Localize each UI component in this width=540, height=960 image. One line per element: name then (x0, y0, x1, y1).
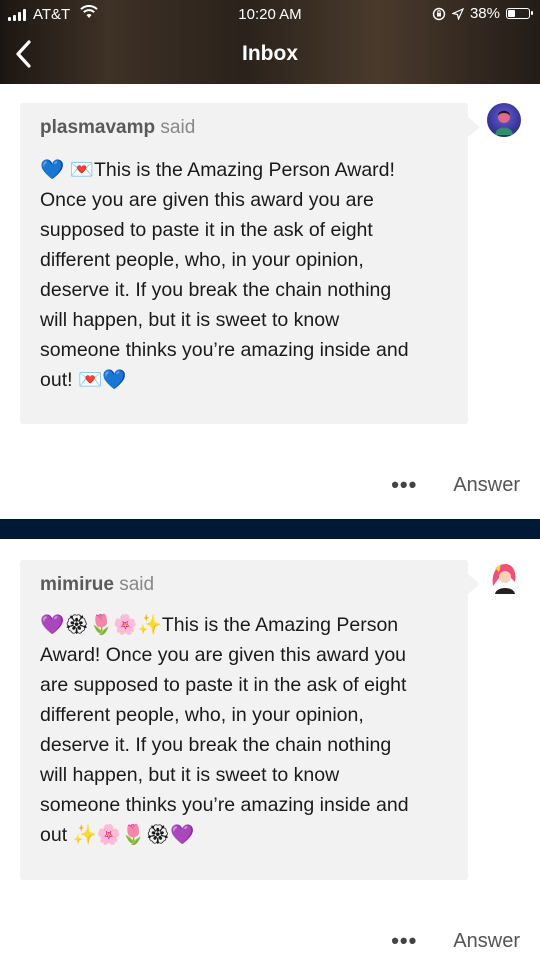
avatar[interactable] (487, 103, 521, 137)
battery-icon (506, 8, 533, 19)
orientation-lock-icon (432, 7, 446, 20)
more-options-icon[interactable]: ••• (391, 928, 417, 954)
avatar[interactable] (487, 560, 521, 594)
ask-card: mimirue said 💜🏵🌷🌸✨This is the Amazing Pe… (20, 560, 480, 880)
ask-card: plasmavamp said 💙 💌This is the Amazing P… (20, 103, 480, 424)
location-icon (451, 7, 464, 20)
navigation-bar: AT&T 10:20 AM 38% Inbox (0, 0, 540, 84)
said-label: said (119, 574, 155, 595)
message-actions: ••• Answer (391, 928, 520, 954)
status-bar: AT&T 10:20 AM 38% (0, 0, 540, 30)
sender-line: plasmavamp said (40, 117, 195, 139)
page-title: Inbox (242, 42, 298, 65)
answer-button[interactable]: Answer (453, 930, 520, 953)
more-options-icon[interactable]: ••• (391, 472, 417, 498)
sender-line: mimirue said (40, 574, 154, 596)
avatar-figure-icon (492, 564, 516, 594)
avatar-figure-icon (495, 110, 513, 135)
said-label: said (160, 117, 196, 138)
sender-name[interactable]: mimirue (40, 574, 114, 595)
status-right: 38% (432, 5, 533, 22)
message-text: 💜🏵🌷🌸✨This is the Amazing Person Award! O… (40, 614, 409, 846)
battery-percent: 38% (469, 5, 500, 22)
sender-name[interactable]: plasmavamp (40, 117, 155, 138)
message-text: 💙 💌This is the Amazing Person Award! Onc… (40, 159, 409, 391)
message-actions: ••• Answer (391, 472, 520, 498)
section-divider (0, 519, 540, 539)
answer-button[interactable]: Answer (453, 474, 520, 497)
